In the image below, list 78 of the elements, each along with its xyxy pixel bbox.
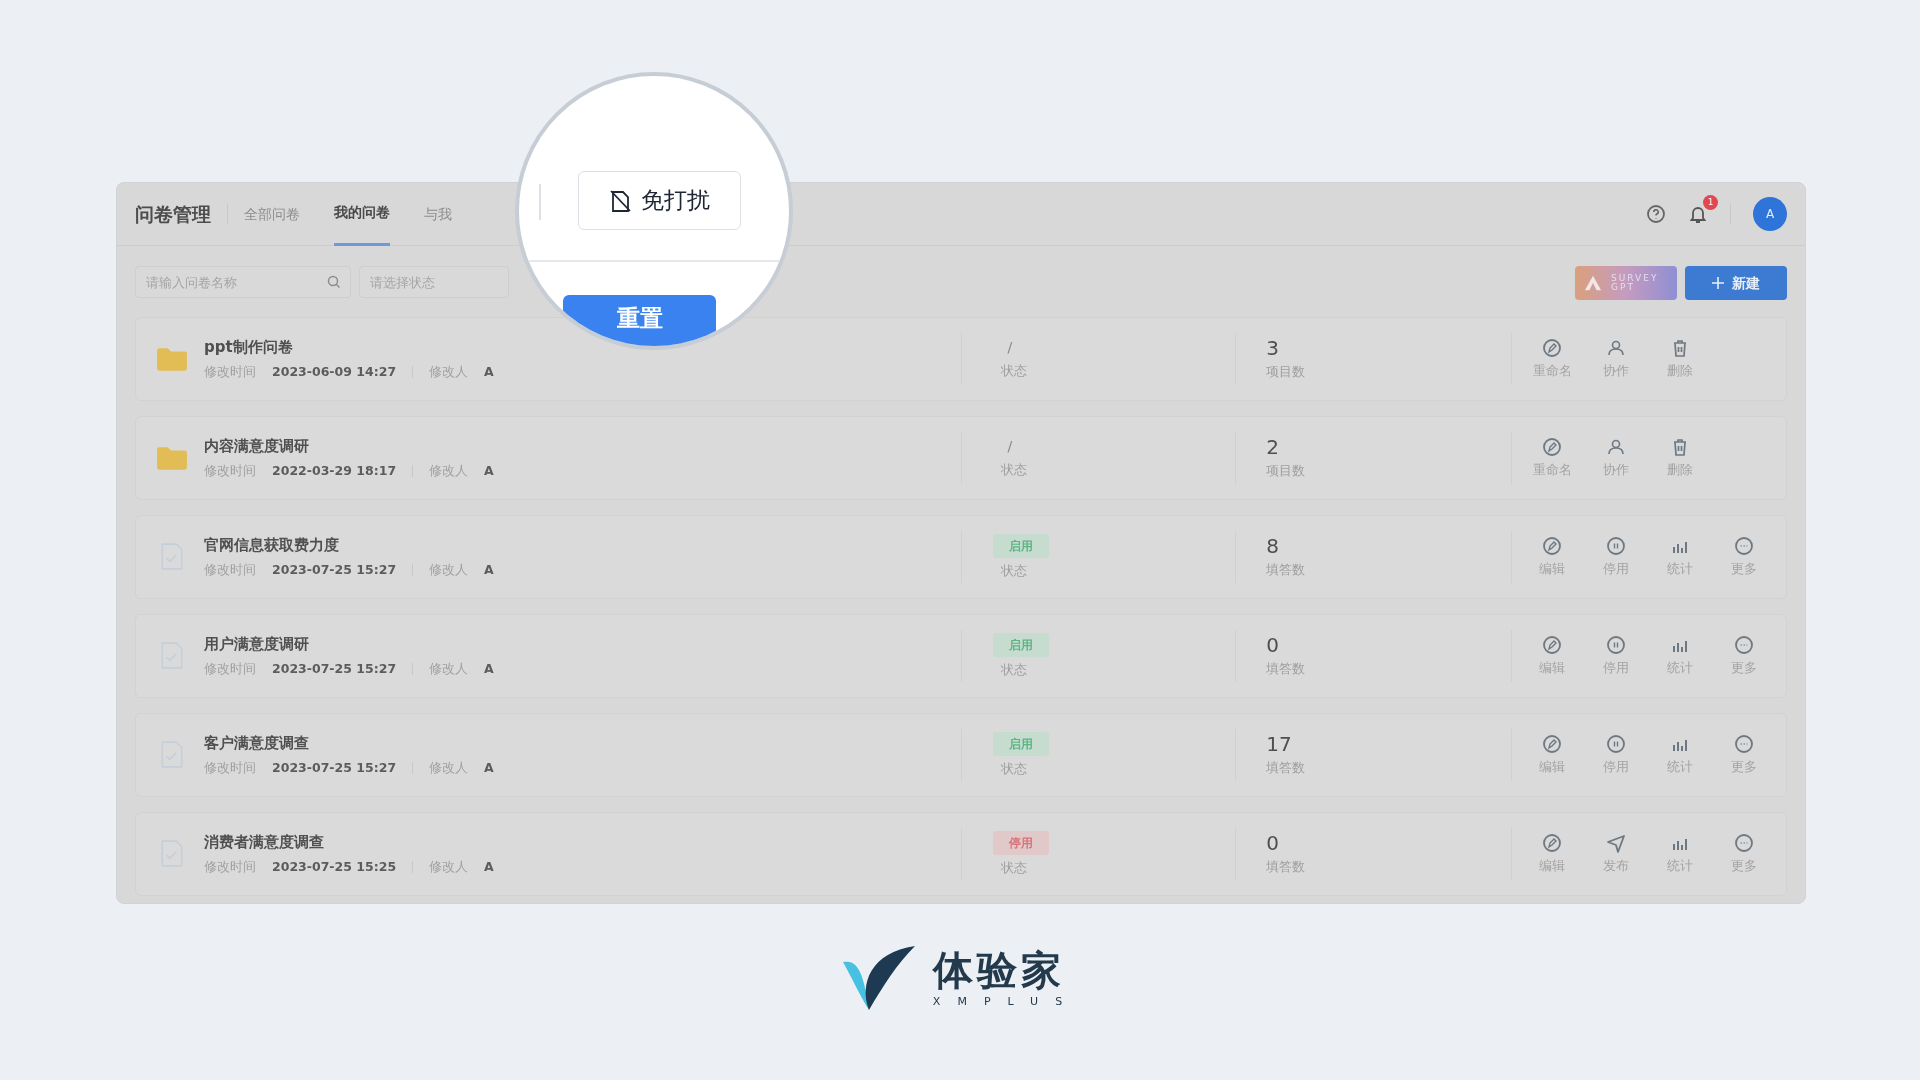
gpt-label: SURVEY <box>1611 274 1659 283</box>
pencil-circle-icon <box>1542 337 1563 358</box>
count-label: 项目数 <box>1266 461 1306 480</box>
pause-circle-icon <box>1606 535 1627 556</box>
survey-name[interactable]: ppt制作问卷 <box>204 336 494 359</box>
meta-label: 修改人 <box>429 461 469 480</box>
meta-label: 修改人 <box>429 560 469 579</box>
count-label: 填答数 <box>1266 560 1306 579</box>
pencil-circle-icon <box>1542 634 1563 655</box>
meta-label: 修改人 <box>429 857 469 876</box>
count-label: 填答数 <box>1266 659 1306 678</box>
plus-icon <box>1712 277 1724 289</box>
survey-name[interactable]: 客户满意度调查 <box>204 732 494 755</box>
editor-name: A <box>484 560 494 579</box>
status-tag: 停用 <box>993 830 1050 855</box>
more-circle-icon <box>1734 634 1755 655</box>
more-circle-icon <box>1734 832 1755 853</box>
survey-name[interactable]: 消费者满意度调查 <box>204 831 494 854</box>
tab[interactable]: 与我 <box>424 183 452 246</box>
do-not-disturb-button[interactable]: 免打扰 <box>578 171 741 230</box>
page-title: 问卷管理 <box>135 201 211 227</box>
tab[interactable]: 我的问卷 <box>334 183 390 246</box>
meta-label: 修改人 <box>429 758 469 777</box>
more-circle-icon <box>1734 535 1755 556</box>
status-value: / <box>1006 437 1013 457</box>
editor-name: A <box>484 659 494 678</box>
bell-icon <box>1688 204 1708 224</box>
status-tag: 启用 <box>993 533 1050 558</box>
pencil-circle-icon <box>1542 733 1563 754</box>
editor-name: A <box>484 362 494 381</box>
editor-name: A <box>484 857 494 876</box>
folder-icon <box>156 346 188 372</box>
brand-name: 体验家 <box>932 949 1066 990</box>
modified-time: 2022-03-29 18:17 <box>272 461 397 480</box>
more-circle-icon <box>1734 733 1755 754</box>
count-value: 8 <box>1266 534 1280 557</box>
modified-time: 2023-07-25 15:27 <box>272 758 397 777</box>
help-icon <box>1646 204 1666 224</box>
count-value: 0 <box>1266 633 1280 656</box>
notification-badge: 1 <box>1703 195 1718 210</box>
search-icon <box>327 275 341 289</box>
status-value: / <box>1006 338 1013 358</box>
paper-plane-icon <box>1606 832 1627 853</box>
count-value: 3 <box>1266 336 1280 359</box>
pause-circle-icon <box>1606 733 1627 754</box>
count-label: 填答数 <box>1266 857 1306 876</box>
modified-time: 2023-07-25 15:27 <box>272 560 397 579</box>
survey-name[interactable]: 官网信息获取费力度 <box>204 534 494 557</box>
tab[interactable]: 全部问卷 <box>244 183 300 246</box>
modified-time: 2023-06-09 14:27 <box>272 362 397 381</box>
gpt-label: GPT <box>1611 283 1636 292</box>
brand-tagline: XMPLUS <box>932 995 1080 1007</box>
folder-icon <box>156 445 188 471</box>
survey-name[interactable]: 用户满意度调研 <box>204 633 494 656</box>
status-tag: 启用 <box>993 632 1050 657</box>
modified-time: 2023-07-25 15:25 <box>272 857 397 876</box>
count-label: 项目数 <box>1266 362 1306 381</box>
pencil-circle-icon <box>1542 832 1563 853</box>
count-label: 填答数 <box>1266 758 1306 777</box>
survey-gpt-button[interactable]: SURVEY GPT <box>1575 266 1677 300</box>
meta-label: 修改人 <box>429 362 469 381</box>
count-value: 0 <box>1266 831 1280 854</box>
slashed-document-icon <box>609 188 633 213</box>
modified-time: 2023-07-25 15:27 <box>272 659 397 678</box>
status-tag: 启用 <box>993 731 1050 756</box>
new-button[interactable]: 新建 <box>1685 266 1787 300</box>
meta-label: 修改人 <box>429 659 469 678</box>
pause-circle-icon <box>1606 634 1627 655</box>
count-value: 17 <box>1266 732 1292 755</box>
editor-name: A <box>484 461 494 480</box>
triangle-logo-icon <box>1583 274 1603 292</box>
user-avatar[interactable]: A <box>1753 197 1787 231</box>
editor-name: A <box>484 758 494 777</box>
v-logo-icon <box>840 944 917 1012</box>
survey-name[interactable]: 内容满意度调研 <box>204 435 494 458</box>
count-value: 2 <box>1266 435 1280 458</box>
pencil-circle-icon <box>1542 436 1563 457</box>
pencil-circle-icon <box>1542 535 1563 556</box>
